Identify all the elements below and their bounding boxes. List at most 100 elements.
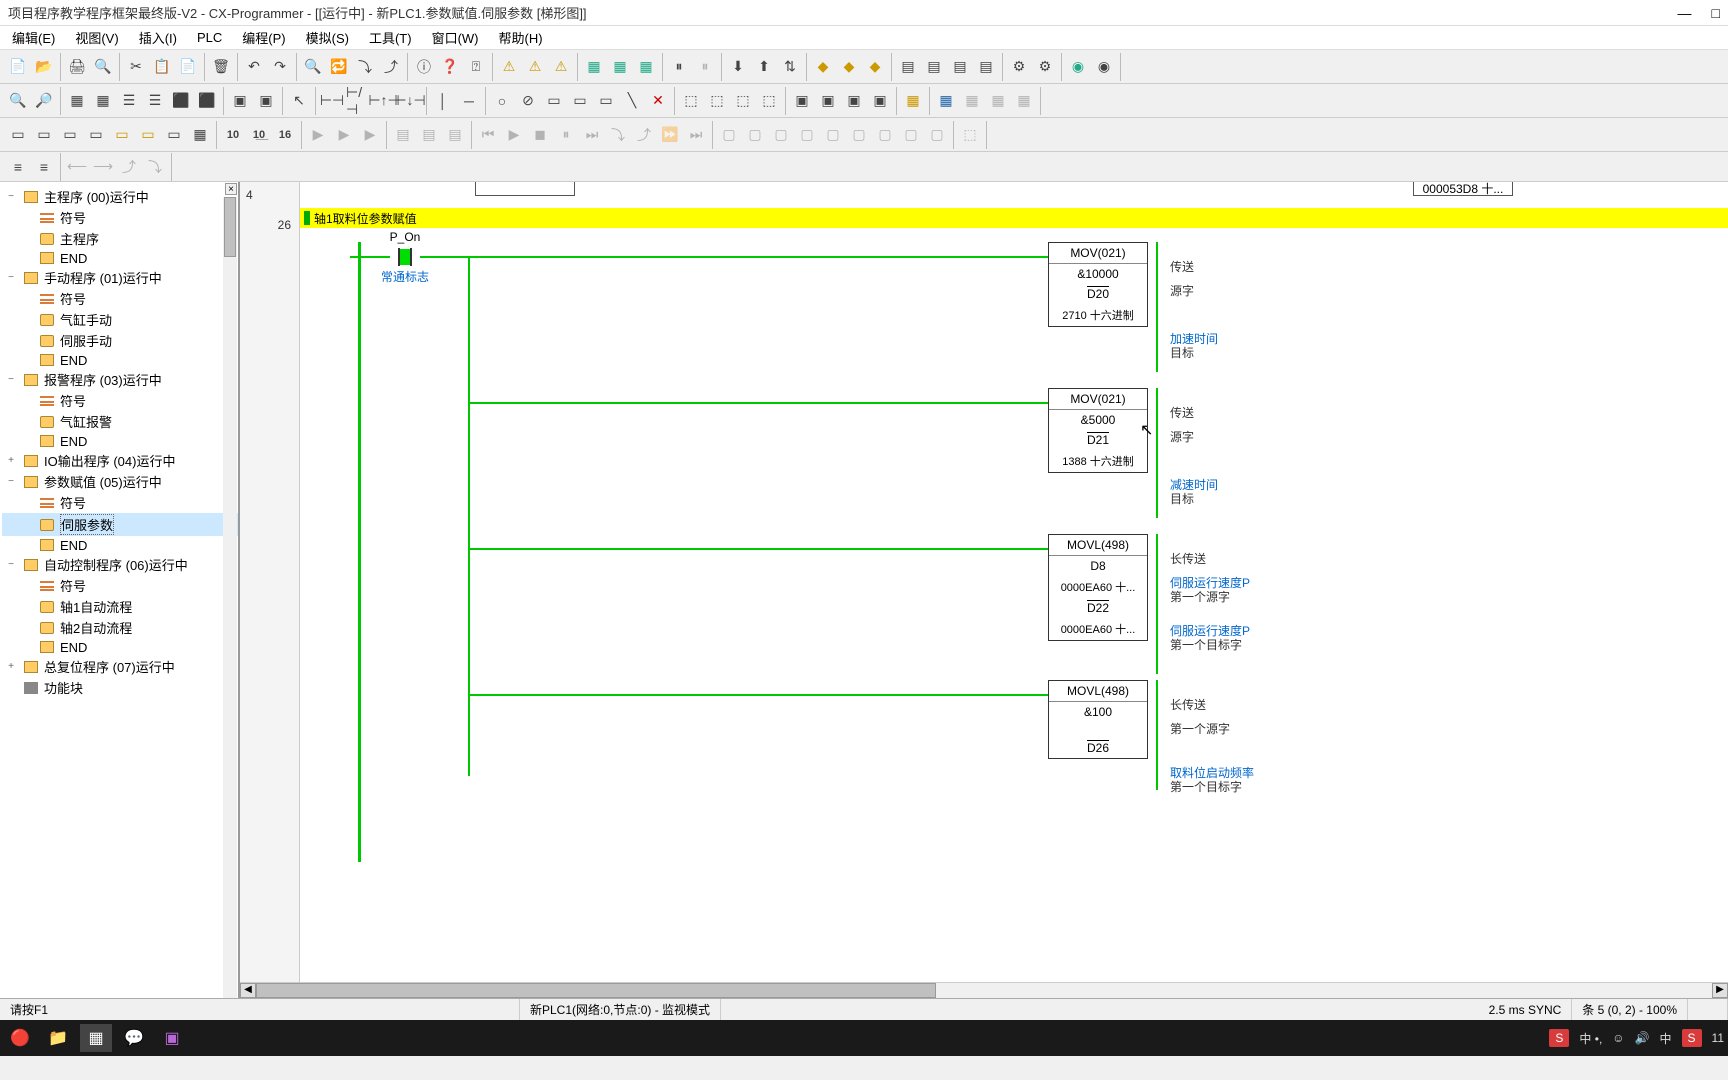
new-icon[interactable]: 📄 [6, 55, 30, 79]
tree-toggle-icon[interactable]: − [4, 559, 18, 570]
ime-s2-icon[interactable]: S [1682, 1029, 1702, 1047]
ed2-icon[interactable]: ▣ [816, 89, 840, 113]
paste-icon[interactable]: 📄 [176, 55, 200, 79]
tree-node[interactable]: −主程序 (00)运行中 [2, 186, 238, 207]
mon-win4-icon[interactable]: ▦ [1012, 89, 1036, 113]
tree-node[interactable]: 功能块 [2, 677, 238, 698]
app2-icon[interactable]: ▣ [156, 1024, 188, 1052]
menu-plc[interactable]: PLC [189, 27, 230, 48]
whatsthis-icon[interactable]: ⍰ [464, 55, 488, 79]
warn3-icon[interactable]: ⚠ [549, 55, 573, 79]
rung-header[interactable]: 轴1取料位参数赋值 [300, 208, 1728, 228]
tree-node[interactable]: −报警程序 (03)运行中 [2, 369, 238, 390]
delete-icon[interactable]: 🗑 [209, 55, 233, 79]
menu-tools[interactable]: 工具(T) [361, 25, 420, 50]
tree-node[interactable]: +IO输出程序 (04)运行中 [2, 450, 238, 471]
align1-icon[interactable]: ≡ [6, 155, 30, 179]
tree-node[interactable]: 符号 [2, 492, 238, 513]
tree-toggle-icon[interactable]: − [4, 476, 18, 487]
trace3-icon[interactable]: ▤ [443, 123, 467, 147]
replace-icon[interactable]: 🔁 [327, 55, 351, 79]
tree-toggle-icon[interactable]: + [4, 661, 18, 672]
ime-lang-icon[interactable]: 中 •, [1579, 1030, 1602, 1047]
rung3-icon[interactable]: ⬚ [731, 89, 755, 113]
taskbar[interactable]: 🔴 📁 ▦ 💬 ▣ S 中 •, ☺ 🔊 中 S 11 [0, 1020, 1728, 1056]
tree-node[interactable]: 符号 [2, 390, 238, 411]
ed1-icon[interactable]: ▣ [790, 89, 814, 113]
bit2-icon[interactable]: ▢ [743, 123, 767, 147]
instruction-mov-2[interactable]: MOV(021) &5000 D21 1388 十六进制 [1048, 388, 1148, 473]
step-icon[interactable]: ⏭ [580, 123, 604, 147]
horizontal-scrollbar[interactable]: ◀ ▶ [240, 982, 1728, 998]
vline-icon[interactable]: │ [431, 89, 455, 113]
tree-node[interactable]: END [2, 536, 238, 554]
view1-icon[interactable]: ⬛ [169, 89, 193, 113]
stepout-icon[interactable]: ⤴ [632, 123, 656, 147]
ladder-canvas[interactable]: 000053D8 十... 轴1取料位参数赋值 P_On 常通标志 [300, 182, 1728, 982]
menu-simulate[interactable]: 模拟(S) [298, 25, 357, 50]
dbg2-icon[interactable]: ▶ [332, 123, 356, 147]
tree-toggle-icon[interactable]: − [4, 272, 18, 283]
rung2-icon[interactable]: ⬚ [705, 89, 729, 113]
nav4-icon[interactable]: ⤵ [143, 155, 167, 179]
info-icon[interactable]: ⓘ [412, 55, 436, 79]
ed3-icon[interactable]: ▣ [842, 89, 866, 113]
contact-n-icon[interactable]: ⊢↓⊣ [398, 89, 422, 113]
mem4-icon[interactable]: ▤ [974, 55, 998, 79]
redo-icon[interactable]: ↷ [268, 55, 292, 79]
bit3-icon[interactable]: ▢ [769, 123, 793, 147]
stepin-icon[interactable]: ⤵ [606, 123, 630, 147]
mon2-icon[interactable]: ◆ [837, 55, 861, 79]
minimize-button[interactable]: — [1678, 5, 1692, 21]
coil-nc-icon[interactable]: ⊘ [516, 89, 540, 113]
app1-icon[interactable]: ▦ [80, 1024, 112, 1052]
tree-node[interactable]: END [2, 638, 238, 656]
instr3-icon[interactable]: ▭ [594, 89, 618, 113]
tree-toggle-icon[interactable]: − [4, 374, 18, 385]
project-tree[interactable]: −主程序 (00)运行中符号主程序END−手动程序 (01)运行中符号气缸手动伺… [0, 182, 238, 998]
tree-close-button[interactable]: × [225, 183, 237, 195]
grid2-icon[interactable]: ▦ [91, 89, 115, 113]
menu-program[interactable]: 编程(P) [234, 25, 293, 50]
print-icon[interactable]: 🖨 [65, 55, 89, 79]
instruction-movl-2[interactable]: MOVL(498) &100 D26 [1048, 680, 1148, 759]
menu-insert[interactable]: 插入(I) [131, 25, 185, 50]
mon-win1-icon[interactable]: ▦ [934, 89, 958, 113]
contact-p-icon[interactable]: ⊢↑⊣ [372, 89, 396, 113]
ed4-icon[interactable]: ▣ [868, 89, 892, 113]
pause1-icon[interactable]: ⏸ [667, 55, 691, 79]
rung1-icon[interactable]: ⬚ [679, 89, 703, 113]
sec4-icon[interactable]: ▭ [84, 123, 108, 147]
tool2-icon[interactable]: ⚙ [1033, 55, 1057, 79]
win1-icon[interactable]: ▦ [901, 89, 925, 113]
pause2-icon[interactable]: ⏸ [693, 55, 717, 79]
tool4-icon[interactable]: ◉ [1092, 55, 1116, 79]
open-icon[interactable]: 📂 [32, 55, 56, 79]
sim-icon[interactable]: ⬚ [958, 123, 982, 147]
end-icon[interactable]: ⏭ [684, 123, 708, 147]
tree-node[interactable]: 符号 [2, 207, 238, 228]
sec2-icon[interactable]: ▭ [32, 123, 56, 147]
online3-icon[interactable]: ▦ [634, 55, 658, 79]
instruction-movl-1[interactable]: MOVL(498) D8 0000EA60 十... D22 0000EA60 … [1048, 534, 1148, 641]
stop-icon[interactable]: ◼ [528, 123, 552, 147]
tree-node[interactable]: 轴2自动流程 [2, 617, 238, 638]
trace1-icon[interactable]: ▤ [391, 123, 415, 147]
find-prev-icon[interactable]: ⤴ [379, 55, 403, 79]
tree-node[interactable]: 伺服手动 [2, 330, 238, 351]
contact-nc-icon[interactable]: ⊢/⊣ [346, 89, 370, 113]
online1-icon[interactable]: ▦ [582, 55, 606, 79]
fmt-10-icon[interactable]: 10 [221, 123, 245, 147]
mon-win3-icon[interactable]: ▦ [986, 89, 1010, 113]
sec1-icon[interactable]: ▭ [6, 123, 30, 147]
sec6-icon[interactable]: ▭ [136, 123, 160, 147]
ime-sogou-icon[interactable]: S [1549, 1029, 1569, 1047]
wechat-icon[interactable]: 💬 [118, 1024, 150, 1052]
grid1-icon[interactable]: ▦ [65, 89, 89, 113]
help-icon[interactable]: ❓ [438, 55, 462, 79]
nav3-icon[interactable]: ⤴ [117, 155, 141, 179]
instr-icon[interactable]: ▭ [542, 89, 566, 113]
find-next-icon[interactable]: ⤵ [353, 55, 377, 79]
bit5-icon[interactable]: ▢ [821, 123, 845, 147]
tree-node[interactable]: 伺服参数 [2, 513, 238, 536]
